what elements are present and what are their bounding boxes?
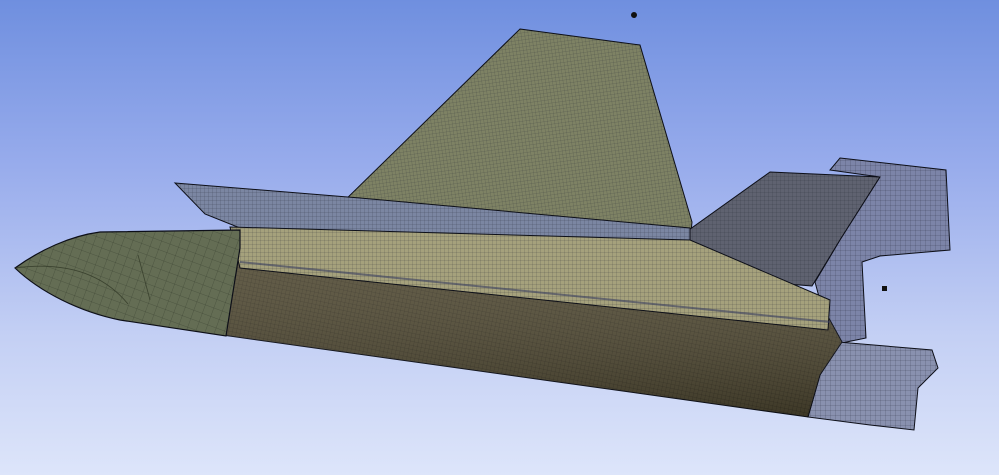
graphics-viewport[interactable] xyxy=(0,0,999,475)
mesh-model[interactable] xyxy=(0,0,999,475)
marker-point xyxy=(631,12,637,18)
marker-point xyxy=(882,286,887,291)
nose-cone[interactable] xyxy=(14,229,241,337)
